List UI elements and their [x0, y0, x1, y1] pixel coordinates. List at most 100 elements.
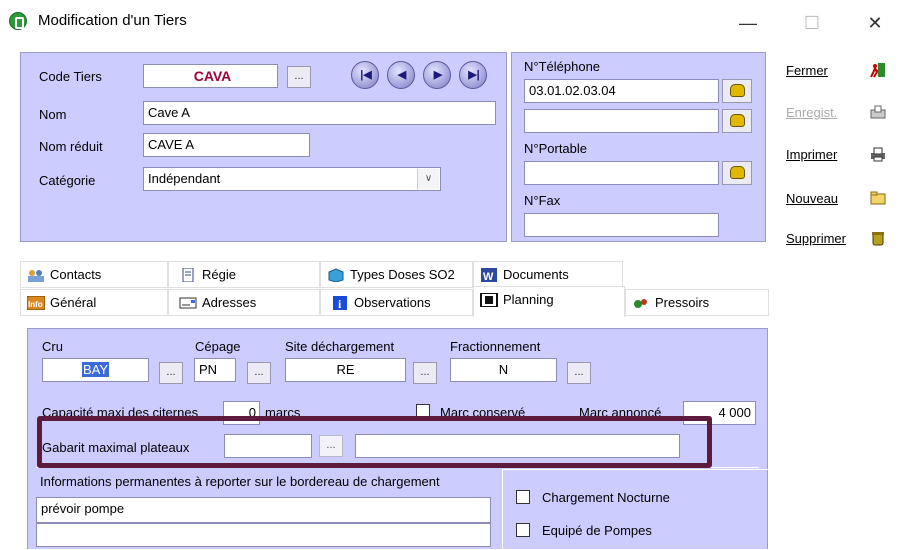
fax-input[interactable] — [524, 213, 719, 237]
portable-input[interactable] — [524, 161, 719, 185]
info-i-icon: i — [333, 295, 347, 310]
site-input[interactable]: RE — [285, 358, 406, 382]
close-button[interactable]: ✕ — [855, 8, 895, 38]
trash-icon — [872, 232, 884, 246]
infos-line2-input[interactable] — [36, 523, 491, 547]
tab-planning[interactable]: Planning — [473, 286, 625, 317]
categorie-select[interactable]: Indépendant — [143, 167, 441, 191]
maximize-button[interactable]: ☐ — [792, 8, 832, 38]
header-panel: Code Tiers CAVA ... |◀ ◀ ▶ ▶| Nom Cave A… — [20, 52, 507, 242]
site-label: Site déchargement — [285, 339, 395, 354]
window-title: Modification d'un Tiers — [38, 12, 187, 29]
cepage-lookup-button[interactable]: ... — [247, 362, 271, 384]
infos-label: Informations permanentes à reporter sur … — [40, 474, 440, 489]
next-record-button[interactable]: ▶ — [423, 61, 451, 89]
word-icon: W — [481, 267, 497, 282]
prev-record-button[interactable]: ◀ — [387, 61, 415, 89]
fract-lookup-button[interactable]: ... — [567, 362, 591, 384]
tab-adresses-label: Adresses — [202, 295, 257, 310]
chargement-nocturne-checkbox[interactable] — [516, 490, 530, 504]
nouveau-button[interactable]: Nouveau — [780, 184, 895, 214]
contacts-icon — [28, 269, 44, 282]
highlight-box — [37, 416, 712, 468]
svg-text:W: W — [483, 271, 494, 282]
chevron-down-icon[interactable]: ∨ — [417, 169, 439, 189]
fract-input[interactable]: N — [450, 358, 557, 382]
nom-reduit-label: Nom réduit — [39, 139, 103, 154]
infos-line1-input[interactable]: prévoir pompe — [36, 497, 491, 523]
cru-value: BAY — [81, 362, 110, 377]
tab-pressoirs-label: Pressoirs — [655, 295, 710, 310]
nom-reduit-input[interactable]: CAVE A — [143, 133, 310, 157]
tel2-input[interactable] — [524, 109, 719, 133]
press-icon — [634, 298, 647, 308]
barrel-icon — [328, 268, 344, 282]
site-lookup-button[interactable]: ... — [413, 362, 437, 384]
tel-input[interactable]: 03.01.02.03.04 — [524, 79, 719, 103]
prev-icon: ◀ — [397, 69, 407, 81]
phone-icon[interactable] — [722, 109, 752, 133]
tel-label: N°Téléphone — [524, 59, 601, 74]
exit-icon — [870, 63, 885, 78]
imprimer-label: Imprimer — [786, 147, 838, 162]
phone-icon[interactable] — [722, 161, 752, 185]
code-label: Code Tiers — [39, 69, 102, 84]
title-bar: Modification d'un Tiers — ☐ ✕ — [0, 0, 899, 46]
cru-input[interactable]: BAY — [42, 358, 149, 382]
equipe-pompes-label: Equipé de Pompes — [542, 523, 652, 538]
tab-general[interactable]: Info Général — [20, 289, 168, 316]
imprimer-button[interactable]: Imprimer — [780, 140, 895, 170]
tab-adresses[interactable]: Adresses — [168, 289, 320, 316]
phone-icon[interactable] — [722, 79, 752, 103]
tab-pressoirs[interactable]: Pressoirs — [625, 289, 769, 316]
fract-label: Fractionnement — [450, 339, 541, 354]
tab-observations-label: Observations — [354, 295, 431, 310]
svg-text:Info: Info — [28, 300, 43, 309]
supprimer-button[interactable]: Supprimer — [780, 224, 895, 254]
tab-documents[interactable]: W Documents — [473, 261, 623, 288]
tab-planning-label: Planning — [503, 292, 554, 307]
first-icon: |◀ — [360, 69, 372, 81]
tab-regie-label: Régie — [202, 267, 236, 282]
nouveau-label: Nouveau — [786, 191, 839, 206]
address-icon — [179, 297, 197, 309]
options-group: Chargement Nocturne Equipé de Pompes — [502, 469, 768, 550]
last-icon: ▶| — [468, 69, 480, 81]
fax-label: N°Fax — [524, 193, 561, 208]
save-icon — [870, 105, 886, 119]
printer-icon — [871, 147, 885, 162]
cepage-input[interactable]: PN — [194, 358, 236, 382]
portable-label: N°Portable — [524, 141, 588, 156]
regie-icon — [182, 267, 194, 282]
cepage-label: Cépage — [195, 339, 241, 354]
nom-label: Nom — [39, 107, 67, 122]
contact-panel: N°Téléphone 03.01.02.03.04 N°Portable N°… — [511, 52, 766, 242]
equipe-pompes-checkbox[interactable] — [516, 523, 530, 537]
info-icon: Info — [27, 295, 45, 310]
planning-icon — [480, 292, 498, 307]
new-folder-icon — [870, 191, 886, 205]
tab-contacts[interactable]: Contacts — [20, 261, 168, 288]
code-lookup-button[interactable]: ... — [287, 66, 311, 88]
enregistrer-button[interactable]: Enregist. — [780, 98, 895, 128]
fermer-button[interactable]: Fermer — [780, 56, 895, 86]
enregistrer-label: Enregist. — [786, 105, 838, 120]
supprimer-label: Supprimer — [786, 231, 846, 246]
first-record-button[interactable]: |◀ — [351, 61, 379, 89]
tab-observations[interactable]: i Observations — [320, 289, 473, 316]
code-tiers-input[interactable]: CAVA — [143, 64, 278, 88]
tab-documents-label: Documents — [503, 267, 569, 282]
tab-contacts-label: Contacts — [50, 267, 102, 282]
cru-label: Cru — [42, 339, 63, 354]
last-record-button[interactable]: ▶| — [459, 61, 487, 89]
fermer-label: Fermer — [786, 63, 828, 78]
tab-types-doses[interactable]: Types Doses SO2 — [320, 261, 473, 288]
categorie-label: Catégorie — [39, 173, 96, 188]
tab-general-label: Général — [50, 295, 97, 310]
tab-types-doses-label: Types Doses SO2 — [350, 267, 455, 282]
cru-lookup-button[interactable]: ... — [159, 362, 183, 384]
tab-regie[interactable]: Régie — [168, 261, 320, 288]
minimize-button[interactable]: — — [728, 8, 768, 38]
nom-input[interactable]: Cave A — [143, 101, 496, 125]
app-icon — [9, 12, 27, 30]
